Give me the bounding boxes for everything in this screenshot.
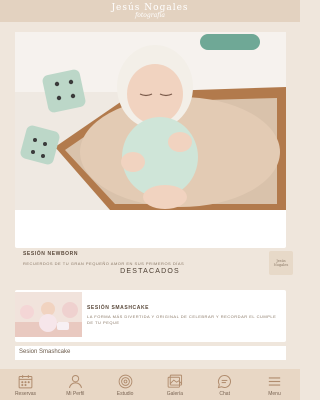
nav-label-reservas: Reservas [14, 390, 37, 397]
mini-logo-line2: Nogales [273, 263, 289, 267]
logo-subtitle: fotografía [135, 11, 165, 19]
nav-galeria[interactable]: Galería [150, 369, 199, 400]
newborn-photo [15, 32, 286, 210]
nav-chat[interactable]: Chat [200, 369, 249, 400]
smashcake-title: SESIÓN SMASHCAKE [87, 305, 150, 311]
nav-estudio[interactable]: Estudio [101, 369, 150, 400]
gallery-icon [168, 374, 183, 388]
calendar-icon [18, 374, 33, 388]
smashcake-caption[interactable]: Sesion Smashcake [15, 346, 286, 360]
user-icon [68, 374, 82, 388]
newborn-session-card[interactable]: SESIÓN NEWBORN RECUERDOS DE TU GRAN PEQU… [15, 32, 293, 275]
nav-menu[interactable]: Menu [250, 369, 299, 400]
smashcake-thumbnail [15, 292, 82, 337]
menu-icon [268, 376, 281, 386]
smashcake-card[interactable]: SESIÓN SMASHCAKE LA FORMA MÁS DIVERTIDA … [15, 290, 286, 342]
app-header: Jesús Nogales fotografía [0, 0, 300, 22]
nav-label-galeria: Galería [166, 390, 184, 397]
featured-section-title: DESTACADOS [120, 268, 180, 275]
bottom-nav: Reservas Mi Perfil Estudio Galería Chat … [0, 369, 300, 400]
nav-label-chat: Chat [219, 390, 230, 397]
nav-label-estudio: Estudio [116, 390, 134, 397]
nav-reservas[interactable]: Reservas [1, 369, 50, 400]
newborn-subtitle: RECUERDOS DE TU GRAN PEQUEÑO AMOR EN SUS… [23, 261, 185, 266]
newborn-title: SESIÓN NEWBORN [23, 251, 79, 257]
nav-label-mi-perfil: Mi Perfil [66, 390, 85, 397]
nav-label-menu: Menu [268, 390, 281, 397]
smashcake-description: LA FORMA MÁS DIVERTIDA Y ORIGINAL DE CEL… [87, 314, 277, 325]
chat-icon [217, 374, 232, 388]
badge-icon [118, 374, 132, 388]
nav-mi-perfil[interactable]: Mi Perfil [51, 369, 100, 400]
